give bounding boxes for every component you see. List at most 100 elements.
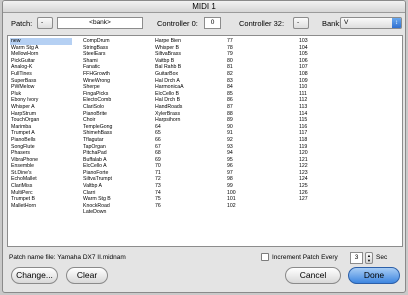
patch-cell[interactable]: 76 — [154, 203, 216, 210]
patch-cell[interactable]: 94 — [226, 150, 288, 157]
patch-cell[interactable]: 118 — [298, 137, 360, 144]
patch-cell[interactable]: Harpsihorn — [154, 117, 216, 124]
patch-cell[interactable]: 90 — [226, 124, 288, 131]
patch-cell[interactable]: Warm Stg B — [82, 196, 144, 203]
patch-cell[interactable]: HandRoads — [154, 104, 216, 111]
patch-cell[interactable]: WineWrong — [82, 78, 144, 85]
patch-cell[interactable]: 98 — [226, 176, 288, 183]
patch-cell[interactable]: Analog-K — [10, 64, 72, 71]
patch-cell[interactable]: 125 — [298, 183, 360, 190]
patch-cell[interactable]: 72 — [154, 176, 216, 183]
patch-cell[interactable]: Vaitbp B — [154, 58, 216, 65]
patch-cell[interactable]: 87 — [226, 104, 288, 111]
patch-cell[interactable]: Trumpet A — [10, 130, 72, 137]
patch-cell[interactable]: Fanatic — [82, 64, 144, 71]
patch-cell[interactable]: PWMelow — [10, 84, 72, 91]
patch-cell[interactable]: TempleGong — [82, 124, 144, 131]
patch-cell[interactable]: TouchOrgan — [10, 117, 72, 124]
patch-cell[interactable]: 107 — [298, 64, 360, 71]
patch-cell[interactable]: 85 — [226, 91, 288, 98]
patch-cell[interactable]: 110 — [298, 84, 360, 91]
patch-cell[interactable]: 88 — [226, 111, 288, 118]
patch-cell[interactable]: Whisper A — [10, 104, 72, 111]
patch-cell[interactable]: St.Dine's — [10, 170, 72, 177]
patch-cell[interactable]: Ebony Ivory — [10, 97, 72, 104]
patch-cell[interactable]: 70 — [154, 163, 216, 170]
clear-button[interactable]: Clear — [66, 267, 108, 284]
patch-cell[interactable]: 112 — [298, 97, 360, 104]
patch-cell[interactable]: SongFlute — [10, 144, 72, 151]
patch-cell[interactable]: Sherpe — [82, 84, 144, 91]
patch-cell[interactable]: 65 — [154, 130, 216, 137]
controller32-popup[interactable]: - — [293, 17, 309, 29]
patch-cell[interactable]: 82 — [226, 71, 288, 78]
patch-cell[interactable]: ShimehBass — [82, 130, 144, 137]
patch-cell[interactable]: GuitarBox — [154, 71, 216, 78]
patch-cell[interactable]: MellowHorn — [10, 51, 72, 58]
patch-cell[interactable]: 114 — [298, 111, 360, 118]
patch-cell[interactable]: 104 — [298, 45, 360, 52]
patch-cell[interactable]: Harpe Bien — [154, 38, 216, 45]
patch-cell[interactable]: Whisper B — [154, 45, 216, 52]
patch-cell[interactable]: Bal Rahb B — [154, 64, 216, 71]
patch-cell[interactable]: Clarri — [82, 190, 144, 197]
patch-cell[interactable]: Valtbp A — [82, 183, 144, 190]
patch-cell[interactable]: 75 — [154, 196, 216, 203]
patch-cell[interactable]: 126 — [298, 190, 360, 197]
patch-cell[interactable]: 64 — [154, 124, 216, 131]
bank-popup[interactable]: V ↕ — [340, 17, 402, 29]
patch-cell[interactable]: PitchaPad — [82, 150, 144, 157]
patch-cell[interactable]: Pluk — [10, 91, 72, 98]
patch-cell[interactable]: EchoMallet — [10, 176, 72, 183]
patch-cell[interactable]: 83 — [226, 78, 288, 85]
patch-cell[interactable]: 78 — [226, 45, 288, 52]
cancel-button[interactable]: Cancel — [285, 267, 341, 284]
patch-cell[interactable]: 92 — [226, 137, 288, 144]
patch-cell[interactable]: 73 — [154, 183, 216, 190]
patch-cell[interactable]: Warm Stg A — [10, 45, 72, 52]
patch-cell[interactable]: Trumpet B — [10, 196, 72, 203]
patch-cell[interactable]: 121 — [298, 157, 360, 164]
patch-cell[interactable]: 111 — [298, 91, 360, 98]
patch-cell[interactable]: PianoForte — [82, 170, 144, 177]
change-button[interactable]: Change... — [11, 267, 58, 284]
patch-cell[interactable]: Tflagutar — [82, 137, 144, 144]
patch-cell[interactable]: 127 — [298, 196, 360, 203]
patch-cell[interactable]: 97 — [226, 170, 288, 177]
patch-cell[interactable]: FingaPicks — [82, 91, 144, 98]
patch-cell[interactable]: 67 — [154, 144, 216, 151]
patch-cell[interactable]: 86 — [226, 97, 288, 104]
patch-cell[interactable]: 119 — [298, 144, 360, 151]
patch-cell[interactable]: 93 — [226, 144, 288, 151]
patch-cell[interactable]: 79 — [226, 51, 288, 58]
patch-cell[interactable]: ElcCello A — [82, 163, 144, 170]
patch-cell[interactable]: 105 — [298, 51, 360, 58]
patch-cell[interactable]: KnockRoad — [82, 203, 144, 210]
patch-cell[interactable]: 99 — [226, 183, 288, 190]
patch-cell[interactable]: 96 — [226, 163, 288, 170]
done-button[interactable]: Done — [348, 267, 400, 284]
patch-cell[interactable]: HarpStrum — [10, 111, 72, 118]
patch-cell[interactable]: SiltvaTrumpt — [82, 176, 144, 183]
patch-cell[interactable]: StringBass — [82, 45, 144, 52]
patch-cell[interactable]: 124 — [298, 176, 360, 183]
patch-cell[interactable]: Marimba — [10, 124, 72, 131]
patch-cell[interactable]: 77 — [226, 38, 288, 45]
patch-cell[interactable]: 71 — [154, 170, 216, 177]
patch-cell[interactable]: LateDown — [82, 209, 144, 216]
patch-cell[interactable]: 103 — [298, 38, 360, 45]
patch-cell[interactable]: Hal Drch A — [154, 78, 216, 85]
patch-cell[interactable]: 81 — [226, 64, 288, 71]
patch-cell[interactable]: 69 — [154, 157, 216, 164]
increment-patch-checkbox[interactable] — [261, 253, 269, 261]
patch-cell[interactable]: SiltvaBrass — [154, 51, 216, 58]
patch-cell[interactable]: 116 — [298, 124, 360, 131]
patch-cell[interactable]: 100 — [226, 190, 288, 197]
patch-popup[interactable]: - — [37, 17, 53, 29]
patch-cell[interactable]: Hal Drch B — [154, 97, 216, 104]
patch-cell[interactable]: Ensemble — [10, 163, 72, 170]
patch-cell[interactable]: 120 — [298, 150, 360, 157]
patch-cell[interactable]: ClariMiss — [10, 183, 72, 190]
patch-cell[interactable]: Buffalab A — [82, 157, 144, 164]
patch-cell[interactable]: 89 — [226, 117, 288, 124]
